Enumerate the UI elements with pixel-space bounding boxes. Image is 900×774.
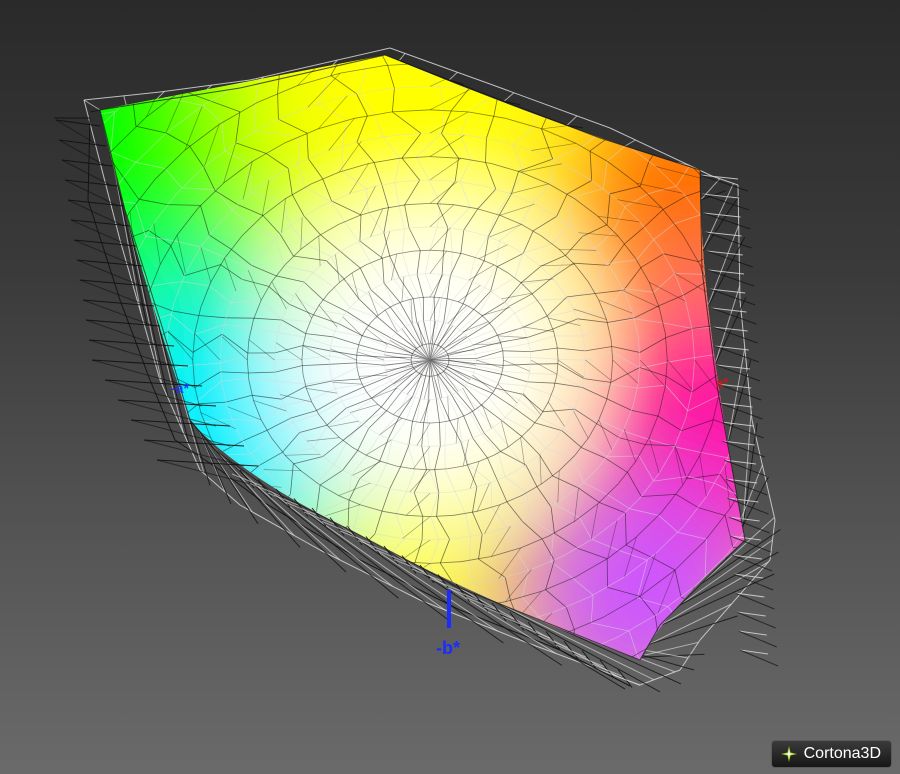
gamut-3d-viewport[interactable]: -b* -a* a*: [0, 0, 900, 774]
cortona-star-icon: [780, 746, 797, 762]
pos-a-axis: a*: [716, 375, 729, 390]
pos-a-axis-label: a*: [716, 375, 729, 390]
cortona3d-logo-badge[interactable]: Cortona3D: [770, 740, 892, 768]
neg-b-axis-label: -b*: [436, 638, 460, 658]
neg-a-axis-label: -a*: [171, 380, 189, 396]
logo-text: Cortona3D: [803, 745, 881, 762]
neg-a-axis: -a*: [171, 380, 189, 396]
